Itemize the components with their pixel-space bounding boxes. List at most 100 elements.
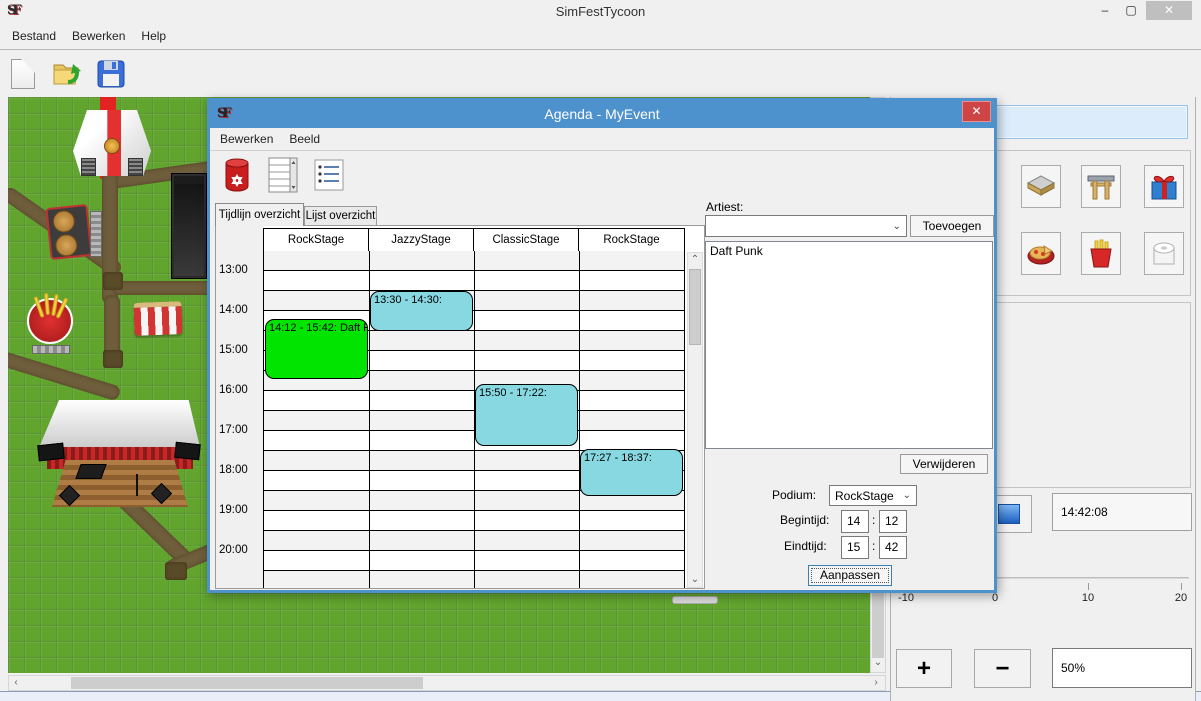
artist-combobox[interactable]: ⌄ bbox=[705, 215, 907, 237]
menu-item-bestand[interactable]: Bestand bbox=[4, 26, 64, 46]
slider-tick bbox=[1088, 583, 1089, 590]
slider-tick-label: -10 bbox=[891, 592, 921, 604]
slider-tick-label: 0 bbox=[980, 592, 1010, 604]
torii-gate-icon bbox=[1086, 173, 1116, 201]
new-file-icon bbox=[11, 59, 35, 89]
fries-stand-object[interactable] bbox=[27, 298, 73, 344]
slider-tick-label: 10 bbox=[1073, 592, 1103, 604]
grid-vertical-scrollbar[interactable]: ⌃ ⌄ bbox=[687, 252, 703, 588]
close-button[interactable]: ✕ bbox=[1146, 1, 1192, 20]
chevron-down-icon: ⌄ bbox=[903, 490, 911, 501]
gift-icon bbox=[1149, 172, 1179, 202]
delete-button[interactable] bbox=[220, 157, 254, 193]
bench[interactable] bbox=[90, 211, 102, 257]
time-label: 15:00 bbox=[219, 344, 263, 356]
event-block[interactable]: 15:50 - 17:22: bbox=[475, 384, 578, 445]
gift-button[interactable] bbox=[1144, 165, 1184, 208]
timeline-grid[interactable]: 14:12 - 15:42: Daft Punk13:30 - 14:30: 15… bbox=[263, 251, 685, 589]
grill-icon bbox=[128, 158, 143, 176]
pizza-icon bbox=[1026, 242, 1056, 266]
pizza-button[interactable] bbox=[1021, 232, 1061, 275]
main-stage-object[interactable] bbox=[38, 400, 200, 512]
event-block[interactable]: 17:27 - 18:37: bbox=[580, 449, 683, 496]
dialog-menu-item-beeld[interactable]: Beeld bbox=[281, 129, 328, 149]
scrollbar-thumb[interactable] bbox=[71, 677, 423, 689]
tent-object[interactable] bbox=[73, 110, 151, 176]
begin-minute-field[interactable]: 12 bbox=[879, 510, 907, 533]
list-view-icon bbox=[314, 159, 344, 191]
fry bbox=[44, 293, 50, 315]
list-view-button[interactable] bbox=[312, 157, 346, 193]
zoom-level-field[interactable]: 50% bbox=[1052, 648, 1192, 688]
dialog-close-button[interactable]: ✕ bbox=[962, 101, 991, 122]
timeline-grid-panel: RockStageJazzyStageClassicStageRockStage… bbox=[215, 225, 705, 589]
tab-timeline-overview[interactable]: Tijdlijn overzicht bbox=[215, 203, 304, 226]
main-menubar: BestandBewerkenHelp bbox=[0, 22, 1201, 50]
game-clock: 14:42:08 bbox=[1052, 493, 1192, 531]
scroll-right-icon[interactable]: › bbox=[869, 676, 883, 690]
scrollbar-thumb[interactable] bbox=[689, 269, 701, 345]
open-file-icon bbox=[51, 58, 83, 90]
grill-icon bbox=[81, 158, 96, 176]
torii-gate-button[interactable] bbox=[1081, 165, 1121, 208]
open-file-button[interactable] bbox=[50, 56, 84, 92]
zoom-out-button[interactable]: − bbox=[974, 649, 1031, 688]
maximize-button[interactable]: ▢ bbox=[1118, 3, 1144, 20]
scroll-down-icon[interactable]: ⌄ bbox=[871, 656, 885, 670]
event-block[interactable]: 14:12 - 15:42: Daft Punk bbox=[265, 319, 368, 379]
podium-combobox[interactable]: RockStage ⌄ bbox=[829, 485, 917, 506]
minimize-button[interactable]: – bbox=[1092, 3, 1118, 20]
podium-label: Podium: bbox=[772, 488, 816, 502]
burger-stand-object[interactable] bbox=[45, 204, 92, 260]
artist-list-item[interactable]: Daft Punk bbox=[710, 244, 988, 258]
remove-artist-button[interactable]: Verwijderen bbox=[900, 454, 988, 474]
menu-item-help[interactable]: Help bbox=[133, 26, 174, 46]
chevron-down-icon: ⌄ bbox=[893, 221, 901, 232]
main-toolbar bbox=[0, 51, 1201, 96]
end-minute-field[interactable]: 42 bbox=[879, 536, 907, 559]
event-block[interactable]: 13:30 - 14:30: bbox=[370, 291, 473, 331]
fries-button[interactable] bbox=[1081, 232, 1121, 275]
column-header: RockStage bbox=[579, 229, 684, 251]
slider-tick-label: 20 bbox=[1166, 592, 1196, 604]
column-header: RockStage bbox=[264, 229, 369, 251]
burger-icon bbox=[52, 209, 76, 233]
menu-item-bewerken[interactable]: Bewerken bbox=[64, 26, 133, 46]
new-file-button[interactable] bbox=[6, 56, 40, 92]
game-object-partial bbox=[672, 596, 718, 604]
end-hour-field[interactable]: 15 bbox=[841, 536, 869, 559]
apply-button[interactable]: Aanpassen bbox=[808, 565, 892, 586]
artist-listbox[interactable]: Daft Punk bbox=[705, 241, 993, 449]
begin-hour-field[interactable]: 14 bbox=[841, 510, 869, 533]
artist-label: Artiest: bbox=[706, 200, 743, 214]
tab-list-overview[interactable]: Lijst overzicht bbox=[304, 206, 377, 226]
time-label: 18:00 bbox=[219, 464, 263, 476]
terrain-tile-button[interactable] bbox=[1021, 165, 1061, 208]
scroll-up-icon[interactable]: ⌃ bbox=[688, 253, 702, 267]
time-label: 17:00 bbox=[219, 424, 263, 436]
speaker-tower-object[interactable] bbox=[171, 173, 207, 279]
bench[interactable] bbox=[32, 345, 70, 354]
time-gutter bbox=[216, 226, 264, 589]
slider-tick bbox=[1181, 583, 1182, 590]
time-label: 19:00 bbox=[219, 504, 263, 516]
toilet-roll-icon bbox=[1150, 240, 1178, 268]
window-title: SimFestTycoon bbox=[0, 4, 1201, 19]
dialog-titlebar[interactable]: SF Agenda - MyEvent ✕ bbox=[210, 101, 994, 128]
dialog-menu-item-bewerken[interactable]: Bewerken bbox=[212, 129, 281, 149]
add-artist-button[interactable]: Toevoegen bbox=[910, 215, 994, 237]
drum-kit bbox=[75, 464, 106, 479]
striped-stand-object[interactable] bbox=[133, 301, 182, 336]
toilet-roll-button[interactable] bbox=[1144, 232, 1184, 275]
zoom-in-button[interactable]: + bbox=[896, 649, 952, 688]
game-horizontal-scrollbar[interactable]: ‹ › bbox=[8, 675, 886, 691]
scroll-left-icon[interactable]: ‹ bbox=[9, 676, 23, 690]
mic-stand bbox=[136, 474, 138, 496]
time-colon: : bbox=[872, 513, 875, 527]
table-view-button[interactable] bbox=[266, 157, 300, 193]
application-window: SF SimFestTycoon – ▢ ✕ BestandBewerkenHe… bbox=[0, 0, 1201, 701]
end-time-label: Eindtijd: bbox=[784, 539, 827, 553]
scroll-down-icon[interactable]: ⌄ bbox=[688, 573, 702, 587]
table-view-icon bbox=[268, 157, 298, 193]
save-button[interactable] bbox=[94, 56, 128, 92]
